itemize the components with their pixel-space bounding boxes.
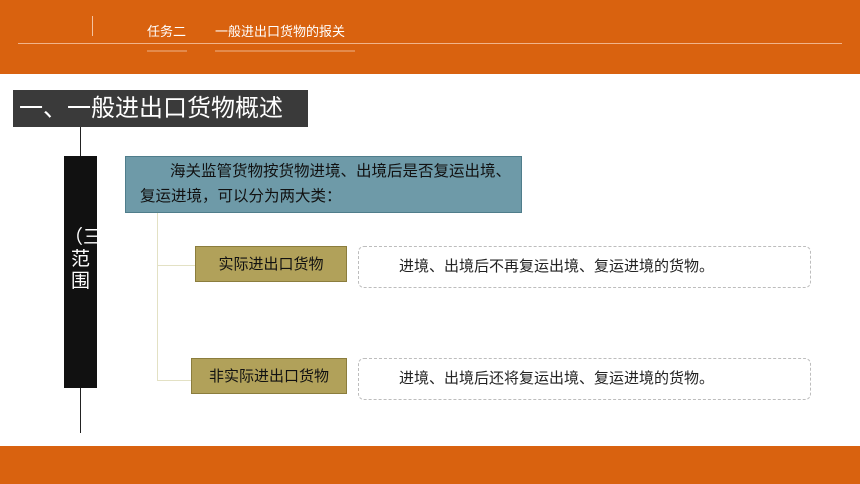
tree-branch <box>157 265 195 266</box>
description-non-actual: 进境、出境后还将复运出境、复运进境的货物。 <box>358 358 811 400</box>
header-divider <box>92 16 93 36</box>
tree-branch <box>157 380 191 381</box>
intro-box: 海关监管货物按货物进境、出境后是否复运出境、复运进境，可以分为两大类： <box>125 156 522 213</box>
side-label: （三） 范 围 <box>64 226 122 292</box>
header-rule <box>18 43 842 44</box>
description-actual: 进境、出境后不再复运出境、复运进境的货物。 <box>358 246 811 288</box>
task-label: 任务二 <box>147 25 187 40</box>
footer-bar <box>0 446 860 484</box>
side-label-bar: （三） 范 围 <box>64 156 122 388</box>
category-non-actual: 非实际进出口货物 <box>191 358 347 394</box>
header-ghost-line <box>215 50 355 52</box>
header-ghost-line <box>147 50 187 52</box>
tree-connector <box>157 213 158 381</box>
header-bar: 任务二 一般进出口货物的报关 <box>0 0 860 74</box>
category-actual: 实际进出口货物 <box>195 246 347 282</box>
task-title: 一般进出口货物的报关 <box>215 25 346 40</box>
section-title: 一、一般进出口货物概述 <box>13 90 308 127</box>
